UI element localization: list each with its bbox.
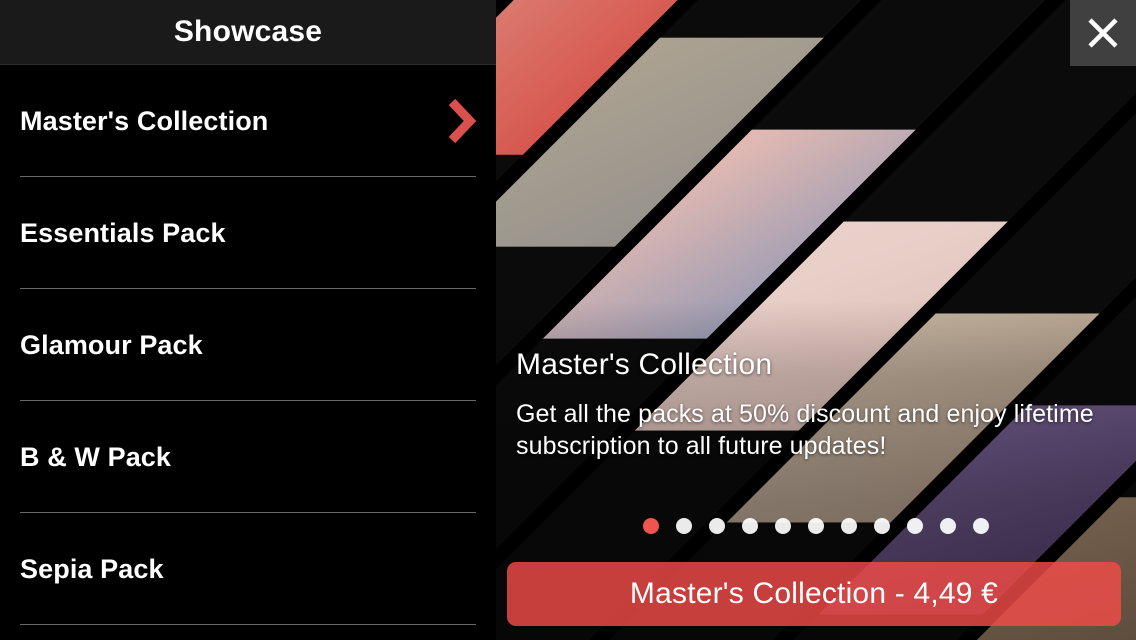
header-bar: Showcase bbox=[0, 0, 496, 65]
sidebar-item-label: Master's Collection bbox=[20, 105, 269, 136]
promo-title: Master's Collection bbox=[516, 348, 773, 381]
pagination-dot[interactable] bbox=[874, 518, 890, 534]
pagination-dots[interactable] bbox=[496, 518, 1136, 534]
page-title: Showcase bbox=[173, 15, 323, 48]
sidebar-item-label: Sepia Pack bbox=[20, 553, 164, 584]
close-icon bbox=[1086, 16, 1120, 50]
sidebar-item-masters-collection[interactable]: Master's Collection bbox=[0, 65, 496, 177]
promo-description: Get all the packs at 50% discount and en… bbox=[516, 399, 1094, 460]
pagination-dot[interactable] bbox=[709, 518, 725, 534]
close-button[interactable] bbox=[1070, 0, 1136, 66]
sidebar-item-sepia-pack[interactable]: Sepia Pack bbox=[0, 513, 496, 625]
pagination-dot[interactable] bbox=[742, 518, 758, 534]
pagination-dot[interactable] bbox=[808, 518, 824, 534]
pagination-dot[interactable] bbox=[775, 518, 791, 534]
pagination-dot[interactable] bbox=[907, 518, 923, 534]
showcase-screen: Showcase Master's Collection Essentials … bbox=[0, 0, 1136, 640]
sidebar-item-label: B & W Pack bbox=[20, 441, 172, 472]
buy-button[interactable]: Master's Collection - 4,49 € bbox=[507, 562, 1121, 626]
sidebar-item-essentials-pack[interactable]: Essentials Pack bbox=[0, 177, 496, 289]
sidebar-item-bw-pack[interactable]: B & W Pack bbox=[0, 401, 496, 513]
collage-image bbox=[496, 0, 1136, 640]
sidebar-item-label: Glamour Pack bbox=[20, 329, 203, 360]
sidebar: Showcase Master's Collection Essentials … bbox=[0, 0, 496, 640]
list-divider bbox=[20, 624, 476, 625]
buy-button-label: Master's Collection - 4,49 € bbox=[629, 577, 999, 610]
chevron-right-icon bbox=[448, 98, 477, 144]
sidebar-item-label: Essentials Pack bbox=[20, 217, 226, 248]
promo-caption: Master's Collection Get all the packs at… bbox=[516, 348, 1116, 462]
pagination-dot[interactable] bbox=[676, 518, 692, 534]
sidebar-item-glamour-pack[interactable]: Glamour Pack bbox=[0, 289, 496, 401]
collage-bands bbox=[496, 0, 1136, 640]
preview-panel: Master's Collection Get all the packs at… bbox=[496, 0, 1136, 640]
pack-list: Master's Collection Essentials Pack Glam… bbox=[0, 65, 496, 625]
pagination-dot[interactable] bbox=[841, 518, 857, 534]
pagination-dot[interactable] bbox=[973, 518, 989, 534]
pagination-dot[interactable] bbox=[643, 518, 659, 534]
pagination-dot[interactable] bbox=[940, 518, 956, 534]
